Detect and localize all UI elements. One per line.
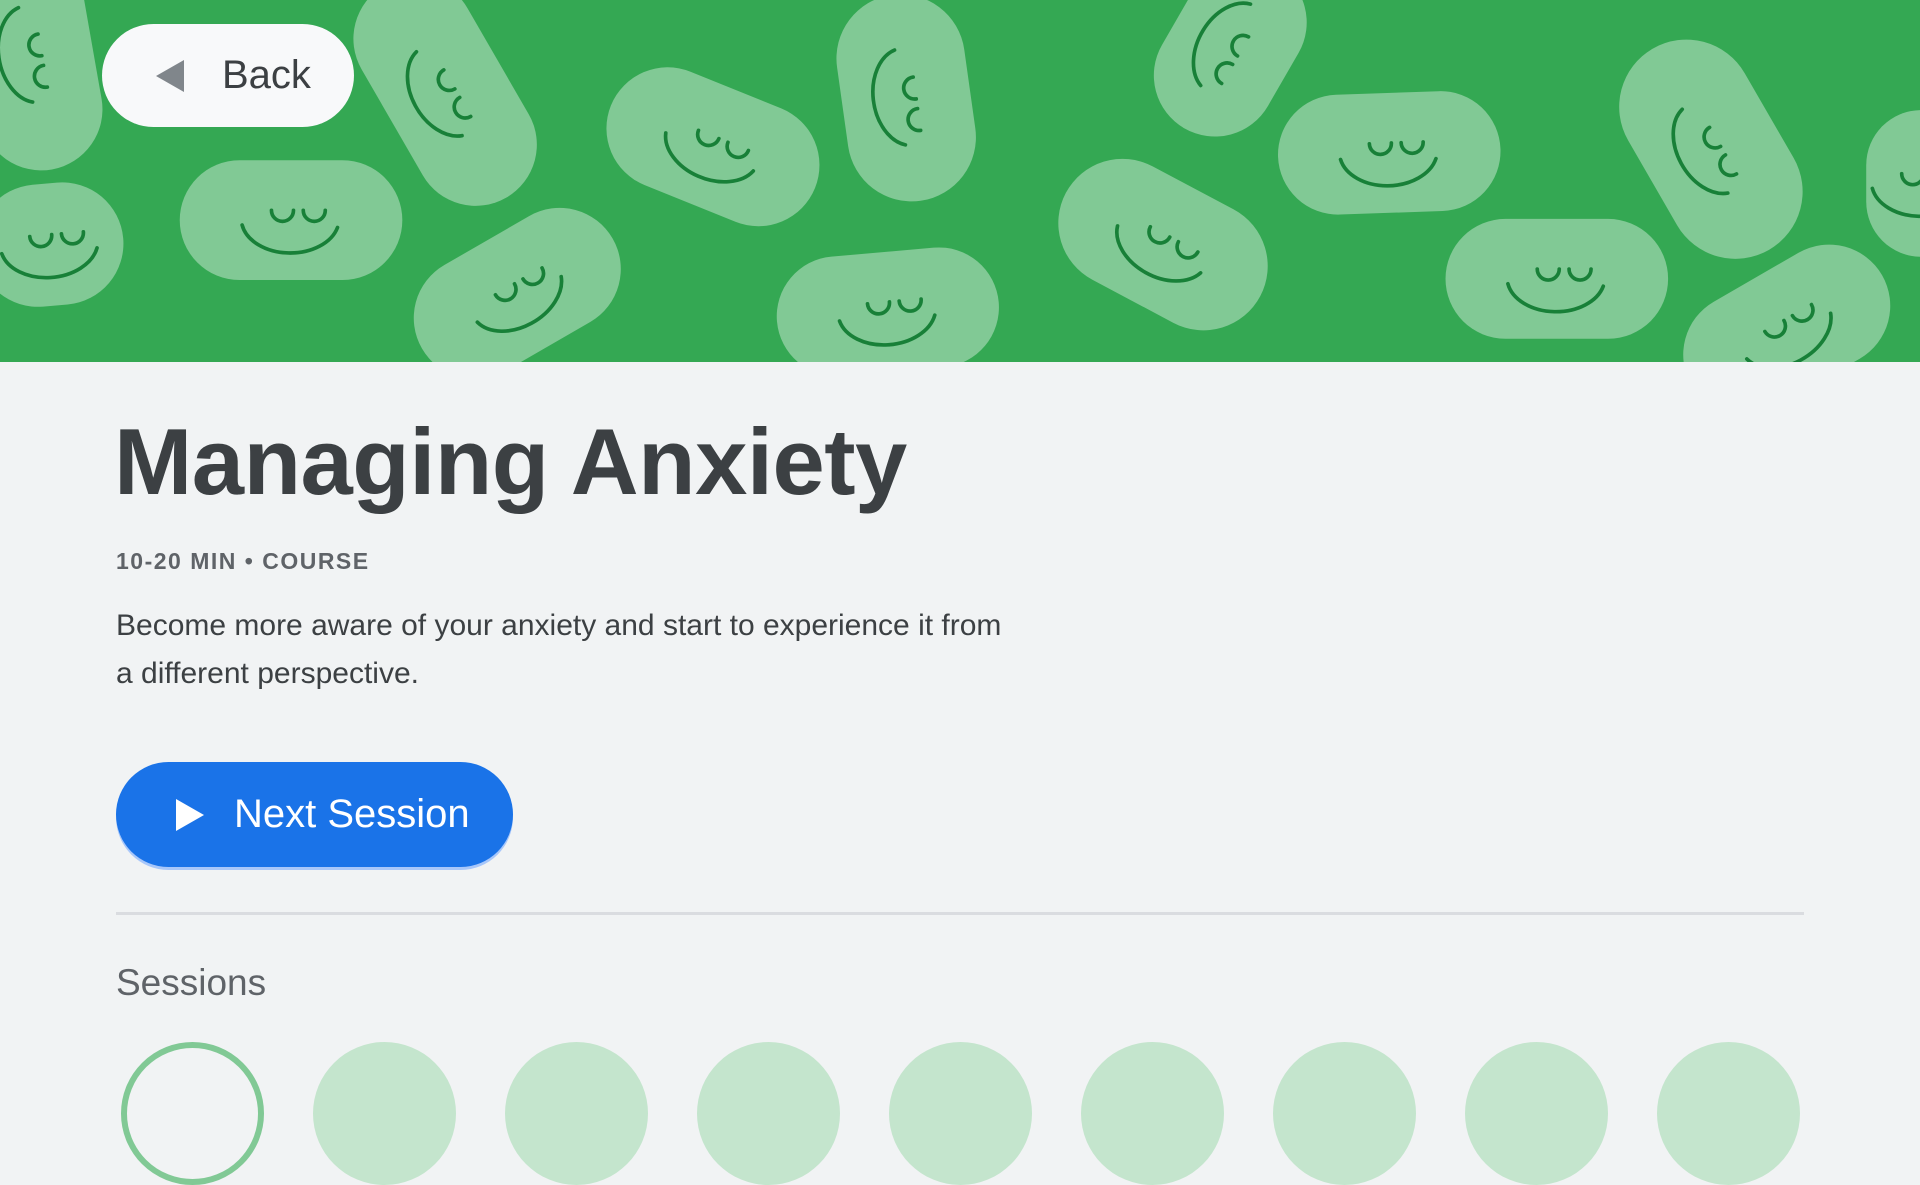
session-item-3[interactable] (505, 1042, 648, 1185)
play-icon (176, 798, 204, 831)
session-item-2[interactable] (313, 1042, 456, 1185)
smiling-pill-shape (179, 160, 403, 281)
smiling-pill-shape (1278, 91, 1501, 215)
sessions-heading: Sessions (116, 962, 267, 1003)
smiling-pill-shape (413, 207, 621, 362)
smiling-pill-shape (836, 0, 976, 202)
triangle-left-icon (156, 59, 184, 92)
session-item-8[interactable] (1465, 1042, 1608, 1185)
session-item-9[interactable] (1657, 1042, 1800, 1185)
next-session-label: Next Session (234, 792, 470, 836)
session-item-6[interactable] (1081, 1042, 1224, 1185)
smiling-pill-shape (0, 0, 103, 171)
next-session-button[interactable]: Next Session (116, 762, 513, 867)
course-meta: 10-20 MIN • COURSE (116, 548, 370, 574)
back-label: Back (222, 53, 311, 97)
back-button[interactable]: Back (102, 24, 354, 127)
divider (116, 912, 1804, 915)
smiling-pill-shape (776, 247, 999, 362)
smiling-pill-shape (1445, 218, 1669, 339)
smiling-pill-shape (1866, 110, 1920, 257)
smiling-pill-shape (1058, 158, 1268, 331)
smiling-pill-shape (0, 182, 124, 307)
session-item-7[interactable] (1273, 1042, 1416, 1185)
course-banner: Back (0, 0, 1920, 362)
session-item-5[interactable] (889, 1042, 1032, 1185)
session-item-4[interactable] (697, 1042, 840, 1185)
course-description: Become more aware of your anxiety and st… (116, 609, 1002, 690)
smiling-pill-shape (606, 67, 820, 227)
session-item-1[interactable] (121, 1042, 264, 1185)
page-title: Managing Anxiety (114, 409, 907, 514)
